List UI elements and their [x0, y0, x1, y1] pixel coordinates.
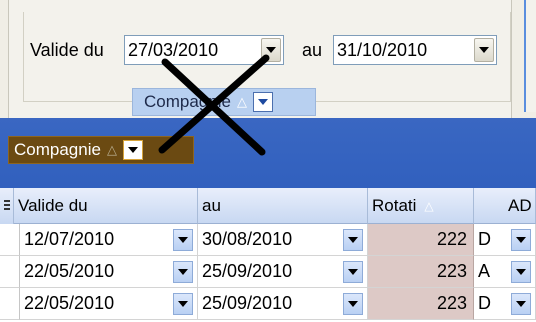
- column-chooser-handle[interactable]: [0, 188, 14, 224]
- chevron-down-icon: [348, 268, 358, 275]
- floating-group-chip[interactable]: Compagnie △: [132, 88, 316, 116]
- cell-au[interactable]: 25/09/2010: [198, 288, 368, 320]
- column-header-label: Rotati: [372, 195, 417, 215]
- floating-chip-label: Compagnie: [144, 92, 231, 111]
- chevron-down-icon: [257, 99, 268, 105]
- valid-to-dropdown-button[interactable]: [474, 38, 494, 62]
- chevron-down-icon: [348, 236, 358, 243]
- valid-from-combo[interactable]: 27/03/2010: [124, 35, 284, 65]
- cell-dropdown-button[interactable]: [343, 260, 363, 283]
- valid-to-label: au: [302, 40, 323, 60]
- cell-rotation[interactable]: 223: [368, 288, 474, 320]
- chevron-down-icon: [479, 47, 489, 53]
- floating-chip-filter-button[interactable]: [252, 92, 273, 112]
- cell-dropdown-button[interactable]: [173, 292, 193, 315]
- cell-dropdown-button[interactable]: [511, 228, 531, 251]
- row-selector[interactable]: [0, 288, 20, 320]
- valid-to-value: 31/10/2010: [337, 39, 428, 60]
- column-header-label: AD: [508, 195, 532, 215]
- data-grid: Valide du au Rotati △ AD 12/07/2010 30/0…: [0, 188, 536, 322]
- row-selector[interactable]: [0, 224, 20, 256]
- cell-rotation[interactable]: 222: [368, 224, 474, 256]
- cell-dropdown-button[interactable]: [173, 228, 193, 251]
- cell-ad[interactable]: D: [474, 288, 536, 320]
- chevron-down-icon: [516, 300, 526, 307]
- cell-dropdown-button[interactable]: [511, 292, 531, 315]
- valid-from-label: Valide du: [30, 40, 104, 60]
- valid-from-dropdown-button[interactable]: [261, 38, 281, 62]
- column-header-valide-du[interactable]: Valide du: [14, 188, 198, 224]
- cell-au[interactable]: 30/08/2010: [198, 224, 368, 256]
- group-chip-filter-button[interactable]: [122, 140, 143, 160]
- chevron-down-icon: [178, 268, 188, 275]
- cell-dropdown-button[interactable]: [511, 260, 531, 283]
- cell-rotation[interactable]: 223: [368, 256, 474, 288]
- cell-valide-du[interactable]: 22/05/2010: [20, 288, 198, 320]
- sort-ascending-icon: △: [236, 94, 247, 109]
- valid-to-combo[interactable]: 31/10/2010: [333, 35, 497, 65]
- cell-dropdown-button[interactable]: [343, 228, 363, 251]
- group-chip-label: Compagnie: [14, 140, 101, 159]
- cell-au[interactable]: 25/09/2010: [198, 256, 368, 288]
- group-by-chip-compagnie[interactable]: Compagnie △: [8, 136, 194, 164]
- row-selector[interactable]: [0, 256, 20, 288]
- chevron-down-icon: [266, 47, 276, 53]
- cell-dropdown-button[interactable]: [173, 260, 193, 283]
- chevron-down-icon: [348, 300, 358, 307]
- column-header-label: Valide du: [18, 195, 88, 215]
- sort-ascending-icon: △: [106, 142, 117, 157]
- chevron-down-icon: [178, 236, 188, 243]
- column-header-ad[interactable]: AD: [474, 188, 536, 224]
- cell-valide-du[interactable]: 22/05/2010: [20, 256, 198, 288]
- chevron-down-icon: [178, 300, 188, 307]
- chevron-down-icon: [516, 268, 526, 275]
- chevron-down-icon: [127, 147, 138, 153]
- valid-from-value: 27/03/2010: [128, 39, 219, 60]
- column-header-au[interactable]: au: [198, 188, 368, 224]
- cell-ad[interactable]: D: [474, 224, 536, 256]
- chevron-down-icon: [516, 236, 526, 243]
- cell-valide-du[interactable]: 12/07/2010: [20, 224, 198, 256]
- column-header-label: au: [202, 195, 221, 215]
- cell-dropdown-button[interactable]: [343, 292, 363, 315]
- column-header-rotation[interactable]: Rotati △: [368, 188, 474, 224]
- right-edge-panel: [524, 0, 536, 112]
- sort-ascending-icon: △: [424, 198, 434, 213]
- cell-ad[interactable]: A: [474, 256, 536, 288]
- group-by-bar[interactable]: Compagnie △: [0, 118, 536, 188]
- grip-icon: [3, 200, 10, 212]
